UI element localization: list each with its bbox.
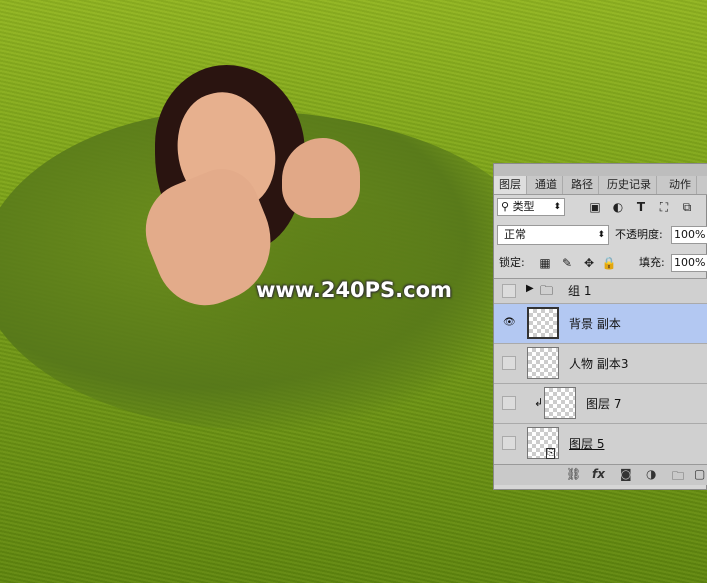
layer-row-person-copy3[interactable]: 人物 副本3 [494,344,707,384]
lock-brush-icon[interactable]: ✎ [559,255,575,271]
layer-thumbnail [527,347,559,379]
opacity-label: 不透明度: [615,228,663,241]
layer-row-bg-copy[interactable]: 👁 背景 副本 [494,304,707,344]
layer-row-group1[interactable]: ▶ 🗀 组 1 [494,279,707,304]
opacity-input[interactable]: 100% [671,226,707,244]
blend-mode-select[interactable]: 正常 ⬍ [497,225,609,245]
lock-all-icon[interactable]: 🔒 [601,255,617,271]
lock-row: 锁定: ▦ ✎ ✥ 🔒 填充: 100% [497,253,707,275]
visibility-toggle[interactable] [502,396,516,410]
shape-filter-icon[interactable]: ⛶ [656,199,672,215]
visibility-toggle[interactable] [502,356,516,370]
layer-row-layer7[interactable]: ↲ 图层 7 [494,384,707,424]
tab-paths[interactable]: 路径 [566,176,599,194]
updown-caret-icon: ⬍ [553,202,561,212]
lock-label: 锁定: [499,256,525,269]
tab-layers[interactable]: 图层 [494,176,527,194]
panel-title-strip[interactable] [494,164,707,176]
layer-thumbnail [544,387,576,419]
eye-icon[interactable]: 👁 [502,316,516,330]
panel-tabbar: 图层 通道 路径 历史记录 动作 [494,176,707,195]
layer-row-layer5[interactable]: ⎘ 图层 5 [494,424,707,465]
lock-move-icon[interactable]: ✥ [581,255,597,271]
link-icon[interactable]: ⛓ [566,467,581,481]
search-icon: ⚲ [501,200,510,213]
blend-mode-value: 正常 [504,228,526,241]
visibility-toggle[interactable] [502,436,516,450]
layers-panel: 图层 通道 路径 历史记录 动作 ⚲ 类型 ⬍ ▣ ◐ T ⛶ ⧉ 正常 ⬍ 不… [493,163,707,490]
lock-transparent-icon[interactable]: ▦ [537,255,553,271]
fill-input[interactable]: 100% [671,254,707,272]
clip-arrow-icon: ↲ [534,396,544,409]
layers-list: ▶ 🗀 组 1 👁 背景 副本 人物 副本3 ↲ 图层 7 ⎘ 图层 5 [494,278,707,465]
layer-thumbnail [527,307,559,339]
layer-name: 人物 副本3 [569,357,629,371]
layer-name: 背景 副本 [569,317,621,331]
adjustment-icon[interactable]: ◑ [646,467,656,481]
tab-channels[interactable]: 通道 [530,176,563,194]
watermark-text: www.240PS.com [256,278,452,302]
panel-footer: ⛓ fx ◙ ◑ 🗀 ▢ [494,464,707,485]
image-filter-icon[interactable]: ▣ [587,199,603,215]
layer-name: 组 1 [568,284,592,298]
smart-object-icon: ⎘ [546,448,556,459]
new-layer-icon[interactable]: ▢ [694,467,705,481]
expand-triangle-icon[interactable]: ▶ [526,283,534,294]
updown-caret-icon: ⬍ [597,230,605,240]
folder-icon[interactable]: 🗀 [672,467,684,488]
smart-filter-icon[interactable]: ⧉ [679,199,695,215]
blend-row: 正常 ⬍ 不透明度: 100% [497,225,707,247]
tab-actions[interactable]: 动作 [664,176,697,194]
fill-label: 填充: [639,256,665,269]
filter-type-select[interactable]: ⚲ 类型 ⬍ [497,198,565,216]
layer-name: 图层 7 [586,397,622,411]
folder-icon: 🗀 [540,284,554,299]
type-filter-icon[interactable]: T [633,199,649,215]
visibility-toggle[interactable] [502,284,516,298]
adjust-filter-icon[interactable]: ◐ [610,199,626,215]
fx-icon[interactable]: fx [592,467,605,481]
woman-shoulder [282,138,360,218]
mask-icon[interactable]: ◙ [620,467,632,481]
tab-history[interactable]: 历史记录 [602,176,657,194]
filter-row: ⚲ 类型 ⬍ ▣ ◐ T ⛶ ⧉ [497,197,705,219]
layer-name: 图层 5 [569,437,605,451]
filter-type-value: 类型 [512,200,535,213]
